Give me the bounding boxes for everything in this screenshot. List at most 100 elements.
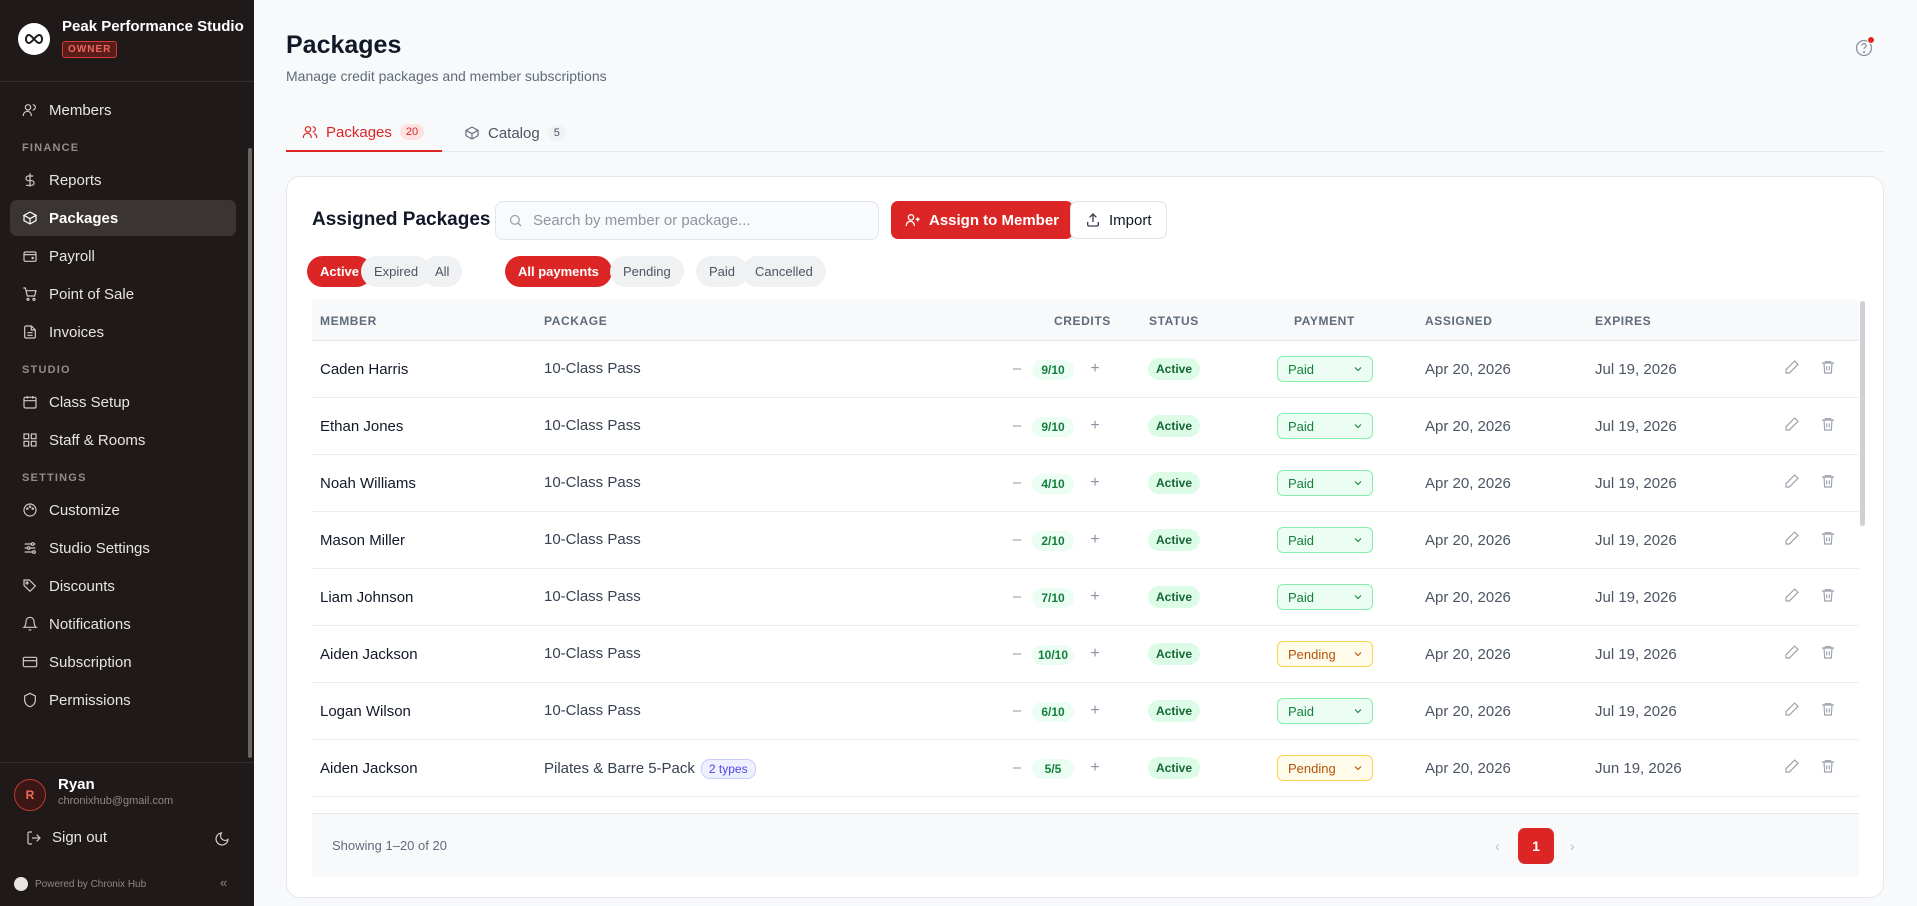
filter-chip-all[interactable]: All: [422, 256, 463, 287]
delete-button[interactable]: [1820, 473, 1836, 494]
payment-status-select[interactable]: Pending: [1277, 755, 1373, 781]
edit-button[interactable]: [1784, 530, 1800, 551]
payment-status-select[interactable]: Paid: [1277, 356, 1373, 382]
assign-to-member-button[interactable]: Assign to Member: [891, 201, 1074, 239]
decrement-credits-button[interactable]: –: [1010, 645, 1024, 662]
increment-credits-button[interactable]: +: [1088, 645, 1102, 663]
payment-status-select[interactable]: Paid: [1277, 527, 1373, 553]
decrement-credits-button[interactable]: –: [1010, 360, 1024, 377]
filter-chip-paid[interactable]: Paid: [696, 256, 749, 287]
sidebar-item-reports[interactable]: Reports: [10, 162, 236, 198]
delete-button[interactable]: [1820, 416, 1836, 437]
collapse-sidebar-icon[interactable]: «: [220, 875, 227, 890]
increment-credits-button[interactable]: +: [1088, 531, 1102, 549]
tab-catalog[interactable]: Catalog 5: [464, 114, 566, 152]
theme-toggle-button[interactable]: [214, 831, 230, 852]
sidebar-scrollbar[interactable]: [248, 148, 252, 758]
sidebar-item-discounts[interactable]: Discounts: [10, 568, 236, 604]
sidebar-item-invoices[interactable]: Invoices: [10, 314, 236, 350]
delete-button[interactable]: [1820, 644, 1836, 665]
col-assigned[interactable]: ASSIGNED: [1425, 314, 1492, 328]
table-row[interactable]: Aiden Jackson 10-Class Pass –10/10 + Active P…: [312, 626, 1859, 683]
nav-scroll-area[interactable]: Calendar Members FINANCE Reports Packages Pay…: [0, 82, 254, 762]
avatar[interactable]: R: [14, 779, 46, 811]
table-row[interactable]: Mason Miller 10-Class Pass –2/10 + Active Pai…: [312, 512, 1859, 569]
col-payment[interactable]: PAYMENT: [1294, 314, 1355, 328]
filter-chip-pending[interactable]: Pending: [610, 256, 684, 287]
col-expires[interactable]: EXPIRES: [1595, 314, 1651, 328]
decrement-credits-button[interactable]: –: [1010, 531, 1024, 548]
sidebar-item-notifications[interactable]: Notifications: [10, 606, 236, 642]
increment-credits-button[interactable]: +: [1088, 360, 1102, 378]
sidebar-item-class-setup[interactable]: Class Setup: [10, 384, 236, 420]
filter-chip-cancelled[interactable]: Cancelled: [742, 256, 826, 287]
col-credits[interactable]: CREDITS: [1054, 314, 1111, 328]
edit-button[interactable]: [1784, 473, 1800, 494]
decrement-credits-button[interactable]: –: [1010, 588, 1024, 605]
payment-status-select[interactable]: Paid: [1277, 413, 1373, 439]
payment-status-value: Paid: [1288, 361, 1315, 377]
increment-credits-button[interactable]: +: [1088, 759, 1102, 777]
sidebar-item-packages[interactable]: Packages: [10, 200, 236, 236]
next-page-button[interactable]: ›: [1570, 838, 1575, 854]
table-row[interactable]: Aiden Jackson Pilates & Barre 5-Pack 2 typ…: [312, 740, 1859, 797]
prev-page-button[interactable]: ‹: [1495, 838, 1500, 854]
table-row[interactable]: Noah Williams 10-Class Pass –4/10 + Active Pa…: [312, 455, 1859, 512]
col-package[interactable]: PACKAGE: [544, 314, 607, 328]
col-member[interactable]: MEMBER: [320, 314, 377, 328]
payment-status-select[interactable]: Paid: [1277, 584, 1373, 610]
col-status[interactable]: STATUS: [1149, 314, 1199, 328]
delete-button[interactable]: [1820, 530, 1836, 551]
delete-button[interactable]: [1820, 701, 1836, 722]
increment-credits-button[interactable]: +: [1088, 474, 1102, 492]
table-row[interactable]: Logan Wilson 10-Class Pass –6/10 + Active Pai…: [312, 683, 1859, 740]
sidebar-item-studio-settings[interactable]: Studio Settings: [10, 530, 236, 566]
sidebar-item-customize[interactable]: Customize: [10, 492, 236, 528]
decrement-credits-button[interactable]: –: [1010, 759, 1024, 776]
decrement-credits-button[interactable]: –: [1010, 702, 1024, 719]
increment-credits-button[interactable]: +: [1088, 417, 1102, 435]
sidebar-item-members[interactable]: Members: [10, 92, 236, 128]
palette-icon: [23, 503, 37, 517]
delete-button[interactable]: [1820, 359, 1836, 380]
sidebar-item-staff-rooms[interactable]: Staff & Rooms: [10, 422, 236, 458]
edit-button[interactable]: [1784, 701, 1800, 722]
member-name: Noah Williams: [320, 475, 416, 492]
sidebar-item-calendar[interactable]: Calendar: [10, 82, 236, 90]
edit-button[interactable]: [1784, 416, 1800, 437]
page-1-button[interactable]: 1: [1518, 828, 1554, 864]
increment-credits-button[interactable]: +: [1088, 702, 1102, 720]
sign-out-button[interactable]: Sign out: [26, 829, 107, 846]
edit-button[interactable]: [1784, 644, 1800, 665]
filter-chip-all-payments[interactable]: All payments: [505, 256, 612, 287]
status-badge: Active: [1148, 358, 1201, 380]
table-row[interactable]: Liam Johnson 10-Class Pass –7/10 + Active Pai…: [312, 569, 1859, 626]
import-button[interactable]: Import: [1070, 201, 1167, 239]
edit-button[interactable]: [1784, 587, 1800, 608]
table-scrollbar[interactable]: [1860, 301, 1865, 526]
payment-status-select[interactable]: Pending: [1277, 641, 1373, 667]
tab-packages[interactable]: Packages 20: [286, 114, 442, 152]
tab-count: 20: [399, 124, 425, 140]
edit-button[interactable]: [1784, 359, 1800, 380]
table-row[interactable]: Caden Harris 10-Class Pass –9/10 + Active Pai…: [312, 341, 1859, 398]
search-box[interactable]: [495, 201, 879, 240]
decrement-credits-button[interactable]: –: [1010, 417, 1024, 434]
payment-status-select[interactable]: Paid: [1277, 470, 1373, 496]
table-row[interactable]: Ethan Jones 10-Class Pass –9/10 + Active Paid…: [312, 398, 1859, 455]
powered-by[interactable]: Powered by Chronix Hub: [14, 877, 146, 891]
sidebar-item-subscription[interactable]: Subscription: [10, 644, 236, 680]
sidebar-item-permissions[interactable]: Permissions: [10, 682, 236, 718]
delete-button[interactable]: [1820, 758, 1836, 779]
sidebar-item-payroll[interactable]: Payroll: [10, 238, 236, 274]
decrement-credits-button[interactable]: –: [1010, 474, 1024, 491]
increment-credits-button[interactable]: +: [1088, 588, 1102, 606]
package-label: 10-Class Pass: [544, 360, 641, 377]
payment-status-select[interactable]: Paid: [1277, 698, 1373, 724]
filter-chip-expired[interactable]: Expired: [361, 256, 432, 287]
sidebar-item-point-of-sale[interactable]: Point of Sale: [10, 276, 236, 312]
search-input[interactable]: [533, 212, 863, 229]
delete-button[interactable]: [1820, 587, 1836, 608]
chevron-down-icon: [1352, 762, 1364, 777]
edit-button[interactable]: [1784, 758, 1800, 779]
